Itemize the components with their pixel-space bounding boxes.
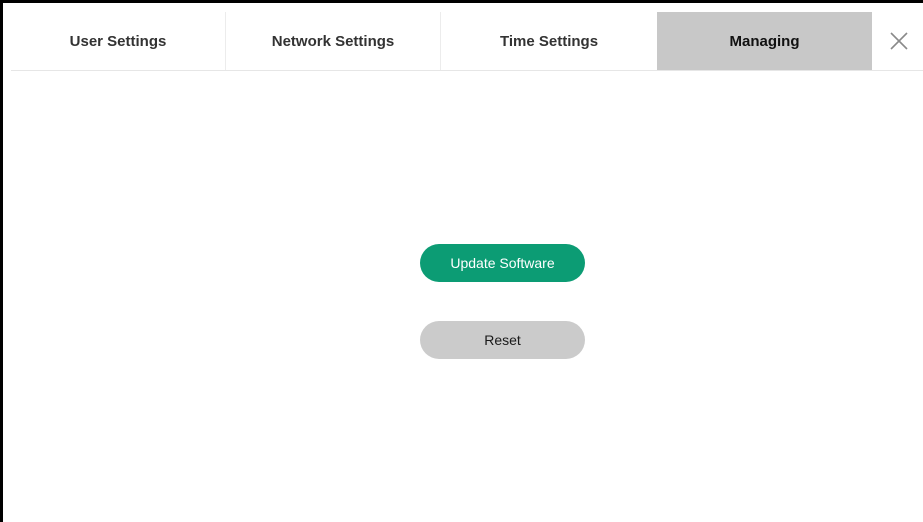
tab-bar: User Settings Network Settings Time Sett… [11, 12, 923, 71]
reset-button[interactable]: Reset [420, 321, 585, 359]
tab-time-settings[interactable]: Time Settings [441, 12, 657, 70]
update-software-button[interactable]: Update Software [420, 244, 585, 282]
close-icon [890, 32, 908, 50]
settings-window: User Settings Network Settings Time Sett… [0, 0, 923, 522]
close-button[interactable] [872, 12, 923, 70]
tab-managing[interactable]: Managing [657, 12, 872, 70]
tab-user-settings[interactable]: User Settings [11, 12, 226, 70]
tab-network-settings[interactable]: Network Settings [226, 12, 441, 70]
